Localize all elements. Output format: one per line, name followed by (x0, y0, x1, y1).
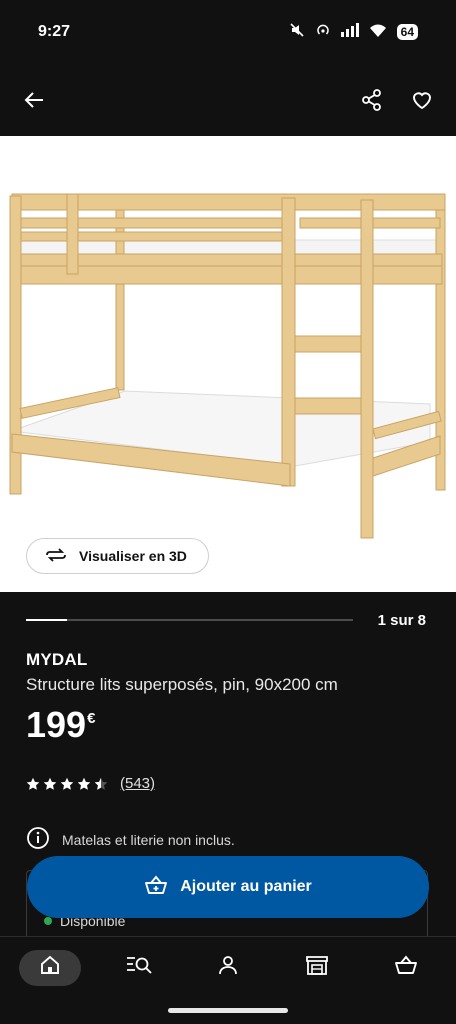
favorite-heart-icon[interactable] (410, 88, 434, 112)
review-count-link[interactable]: (543) (120, 775, 155, 792)
product-description: Structure lits superposés, pin, 90x200 c… (26, 675, 338, 694)
share-icon[interactable] (360, 88, 384, 112)
product-price: 199 € (26, 704, 95, 746)
battery-indicator: 64 (396, 24, 418, 40)
status-icons: 64 (289, 22, 418, 43)
rating-star-icon (43, 777, 57, 790)
nav-basket[interactable] (375, 950, 437, 986)
rating-star-icon (26, 777, 40, 790)
status-bar: 9:27 64 (0, 0, 456, 64)
product-notice: Matelas et literie non inclus. (26, 826, 235, 853)
price-value: 199 (26, 704, 87, 745)
signal-icon (340, 22, 359, 42)
status-time: 9:27 (38, 23, 71, 40)
app-bar-actions (360, 88, 434, 112)
rating-star-icon (77, 777, 91, 790)
bottom-navigation (0, 936, 456, 998)
gallery-counter: 1 sur 8 (377, 611, 426, 629)
product-brand: MYDAL (26, 650, 88, 669)
nav-search[interactable] (108, 950, 170, 986)
rating-star-icon (94, 777, 108, 790)
search-icon (126, 954, 152, 981)
rotate-3d-icon (45, 547, 67, 566)
nav-home[interactable] (19, 949, 82, 986)
info-icon (26, 826, 50, 853)
hotspot-icon (315, 22, 331, 43)
app-bar (0, 64, 456, 136)
gallery-progress-track (26, 619, 353, 621)
mute-icon (289, 22, 305, 43)
product-image-gallery[interactable]: Visualiser en 3D (0, 136, 456, 592)
nav-profile[interactable] (197, 950, 259, 986)
store-icon (305, 954, 329, 981)
notice-text: Matelas et literie non inclus. (62, 831, 235, 848)
home-icon (39, 954, 61, 981)
bunk-bed-image (9, 193, 446, 539)
product-rating[interactable]: (543) (26, 775, 155, 792)
add-to-cart-label: Ajouter au panier (180, 878, 312, 895)
view-3d-label: Visualiser en 3D (79, 548, 187, 564)
rating-star-icon (60, 777, 74, 790)
gallery-progress-fill (26, 619, 67, 621)
price-currency: € (87, 710, 96, 727)
back-arrow-icon[interactable] (22, 88, 46, 112)
view-3d-button[interactable]: Visualiser en 3D (26, 538, 209, 574)
gallery-progress: 1 sur 8 (26, 608, 426, 632)
basket-icon (394, 955, 418, 980)
wifi-icon (369, 23, 387, 42)
rating-stars (26, 777, 108, 791)
availability-dot (44, 917, 52, 925)
add-to-cart-button[interactable]: Ajouter au panier (27, 856, 429, 918)
profile-icon (217, 954, 239, 981)
home-indicator[interactable] (168, 1008, 288, 1013)
basket-add-icon (144, 875, 168, 900)
nav-store[interactable] (286, 950, 348, 986)
